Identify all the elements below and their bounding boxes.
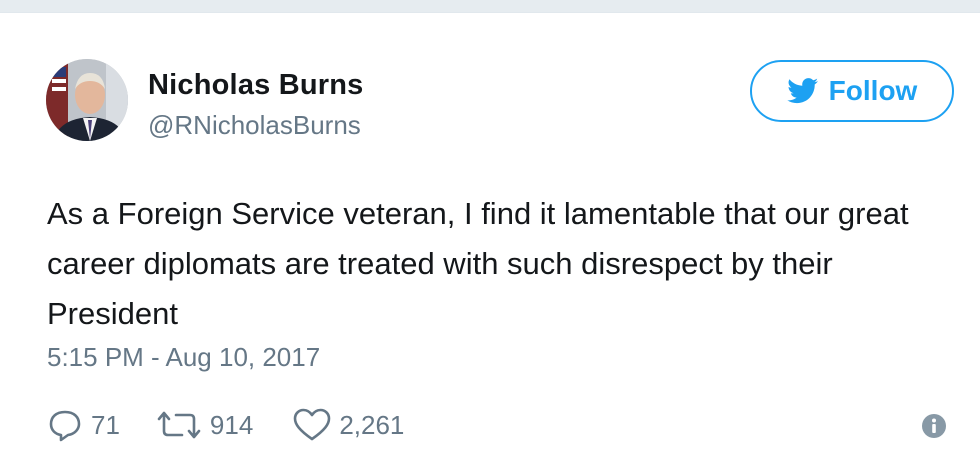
author-name[interactable]: Nicholas Burns — [148, 69, 364, 102]
avatar[interactable] — [46, 59, 128, 141]
reply-icon — [49, 410, 81, 442]
info-icon — [922, 414, 946, 438]
info-button[interactable] — [921, 413, 947, 439]
twitter-bird-icon — [786, 78, 818, 104]
retweet-button[interactable]: 914 — [156, 409, 253, 441]
tweet-timestamp[interactable]: 5:15 PM - Aug 10, 2017 — [47, 342, 320, 373]
tweet-actions: 71 914 2,261 — [47, 407, 404, 443]
heart-icon — [294, 408, 331, 441]
follow-button[interactable]: Follow — [750, 60, 954, 122]
retweet-icon — [157, 411, 201, 439]
reply-button[interactable]: 71 — [47, 408, 120, 442]
tweet-text: As a Foreign Service veteran, I find it … — [47, 196, 909, 331]
tweet-card: Nicholas Burns @RNicholasBurns Follow As… — [0, 12, 980, 462]
reply-count: 71 — [91, 409, 120, 440]
retweet-count: 914 — [209, 409, 254, 440]
avatar-photo — [46, 59, 128, 141]
like-button[interactable]: 2,261 — [293, 408, 404, 442]
follow-label: Follow — [828, 75, 918, 106]
like-count: 2,261 — [339, 409, 405, 440]
author-handle[interactable]: @RNicholasBurns — [148, 110, 361, 141]
